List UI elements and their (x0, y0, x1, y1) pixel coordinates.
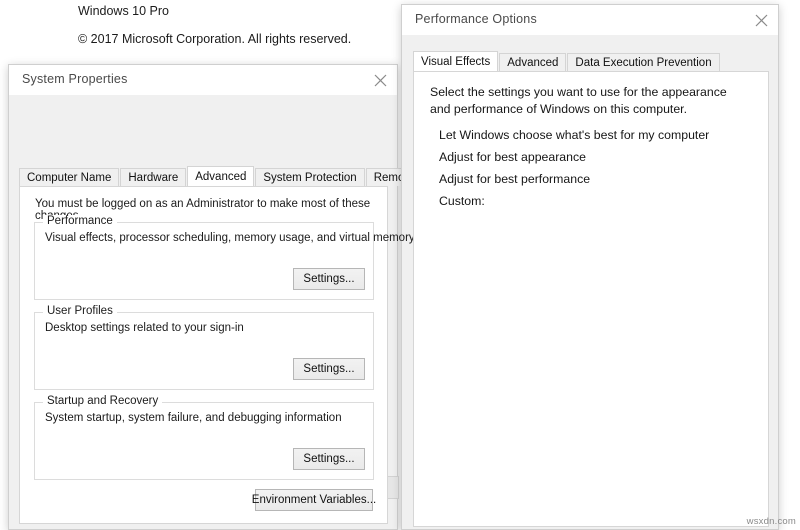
performance-group-legend: Performance (43, 215, 117, 227)
environment-variables-button[interactable]: Environment Variables... (252, 489, 376, 511)
performance-options-titlebar: Performance Options (402, 5, 778, 35)
radio-label: Custom: (439, 193, 485, 208)
visual-effects-description: Select the settings you want to use for … (430, 85, 727, 116)
system-properties-dialog: System Properties Computer Name Hardware… (8, 64, 422, 530)
performance-group: Performance Visual effects, processor sc… (34, 215, 415, 300)
tab-system-protection[interactable]: System Protection (255, 168, 365, 186)
windows-edition-label: Windows 10 Pro (78, 4, 170, 18)
tab-advanced[interactable]: Advanced (499, 53, 567, 71)
tab-hardware[interactable]: Hardware (120, 168, 187, 186)
system-properties-titlebar: System Properties (9, 65, 397, 95)
user-profiles-group-description: Desktop settings related to your sign-in (45, 322, 244, 334)
system-properties-title: System Properties (22, 72, 128, 86)
advanced-tab-panel: You must be logged on as an Administrato… (19, 186, 415, 524)
tab-computer-name[interactable]: Computer Name (19, 168, 120, 186)
performance-settings-button[interactable]: Settings... (293, 268, 365, 290)
radio-label: Adjust for best appearance (439, 149, 586, 164)
tab-data-execution-prevention[interactable]: Data Execution Prevention (567, 53, 720, 71)
performance-options-title: Performance Options (415, 12, 537, 26)
startup-recovery-settings-button[interactable]: Settings... (293, 448, 365, 470)
close-icon[interactable] (363, 65, 397, 95)
radio-adjust-best-performance[interactable]: Adjust for best performance (420, 169, 590, 188)
tab-advanced[interactable]: Advanced (187, 166, 255, 186)
watermark-label: wsxdn.com (746, 516, 796, 527)
windows-copyright-label: © 2017 Microsoft Corporation. All rights… (78, 32, 352, 46)
startup-recovery-group: Startup and Recovery System startup, sys… (34, 395, 374, 480)
radio-adjust-best-appearance[interactable]: Adjust for best appearance (420, 147, 586, 166)
startup-recovery-group-legend: Startup and Recovery (43, 395, 163, 407)
performance-group-description: Visual effects, processor scheduling, me… (45, 232, 415, 244)
system-properties-tabstrip: Computer Name Hardware Advanced System P… (19, 166, 423, 186)
radio-label: Adjust for best performance (439, 171, 591, 186)
close-icon[interactable] (744, 5, 778, 35)
performance-options-dialog: Performance Options Visual Effects Advan… (401, 4, 779, 530)
user-profiles-group-legend: User Profiles (43, 305, 117, 317)
performance-options-tabstrip: Visual Effects Advanced Data Execution P… (413, 51, 721, 71)
windows-about-text: Windows 10 Pro © 2017 Microsoft Corporat… (78, 2, 398, 48)
user-profiles-settings-button[interactable]: Settings... (293, 358, 365, 380)
user-profiles-group: User Profiles Desktop settings related t… (34, 305, 374, 390)
radio-let-windows-choose[interactable]: Let Windows choose what's best for my co… (420, 125, 709, 144)
radio-label: Let Windows choose what's best for my co… (439, 127, 710, 142)
startup-recovery-group-description: System startup, system failure, and debu… (45, 412, 342, 424)
tab-visual-effects[interactable]: Visual Effects (413, 51, 499, 71)
